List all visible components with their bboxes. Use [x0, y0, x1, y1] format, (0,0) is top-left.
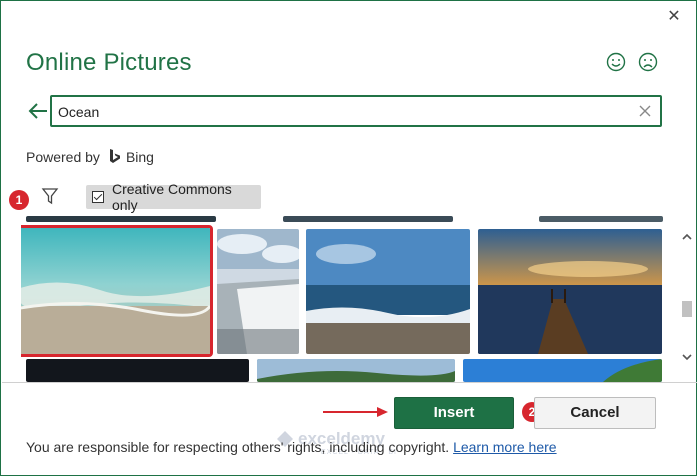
image-result-shoreline[interactable] [306, 229, 470, 354]
cancel-button[interactable]: Cancel [534, 397, 656, 429]
close-dialog-button[interactable]: ✕ [661, 6, 687, 28]
scroll-thumb[interactable] [682, 301, 692, 317]
back-arrow-icon[interactable] [27, 100, 49, 122]
annotation-arrow-icon [323, 407, 388, 417]
creative-commons-checkbox[interactable] [92, 191, 104, 203]
online-pictures-dialog: ✕ Online Pictures Powered by Bing 1 Crea… [0, 0, 697, 476]
filter-icon[interactable] [41, 187, 59, 205]
partial-5-image [257, 359, 455, 382]
insert-button[interactable]: Insert [394, 397, 514, 429]
creative-commons-filter[interactable]: Creative Commons only [86, 181, 261, 213]
image-result-waterfall[interactable] [217, 229, 299, 354]
powered-by-label: Powered by [26, 149, 100, 165]
pier-sunset-image [478, 229, 662, 354]
close-icon[interactable] [637, 103, 653, 119]
search-box [50, 95, 662, 127]
shoreline-image [306, 229, 470, 354]
smile-icon[interactable] [606, 52, 626, 72]
image-result-partial-4[interactable] [26, 359, 249, 382]
partial-6-image [463, 359, 662, 382]
image-result-partial-5[interactable] [257, 359, 455, 382]
footer-divider [2, 382, 697, 383]
results-scrollbar[interactable] [679, 231, 695, 369]
image-results-grid [21, 216, 673, 382]
powered-by: Powered by Bing [26, 149, 154, 165]
dialog-title: Online Pictures [26, 49, 192, 76]
chevron-down-icon[interactable] [681, 351, 693, 363]
learn-more-link[interactable]: Learn more here [453, 439, 557, 455]
search-input[interactable] [58, 102, 618, 122]
chevron-up-icon[interactable] [681, 231, 693, 243]
powered-by-brand: Bing [125, 149, 154, 165]
waterfall-image [217, 229, 299, 354]
copyright-notice: You are responsible for respecting other… [26, 439, 557, 455]
image-result-pier-sunset[interactable] [478, 229, 662, 354]
copyright-text: You are responsible for respecting other… [26, 439, 450, 455]
image-result-partial-6[interactable] [463, 359, 662, 382]
image-result-partial-1[interactable] [26, 216, 216, 222]
step-badge-1: 1 [9, 190, 29, 210]
bing-logo-icon [109, 149, 120, 163]
frown-icon[interactable] [638, 52, 658, 72]
image-result-partial-2[interactable] [283, 216, 453, 222]
image-result-partial-3[interactable] [539, 216, 663, 222]
creative-commons-label: Creative Commons only [111, 181, 232, 213]
beach-image [21, 228, 210, 354]
image-result-beach-selected[interactable] [21, 225, 213, 357]
